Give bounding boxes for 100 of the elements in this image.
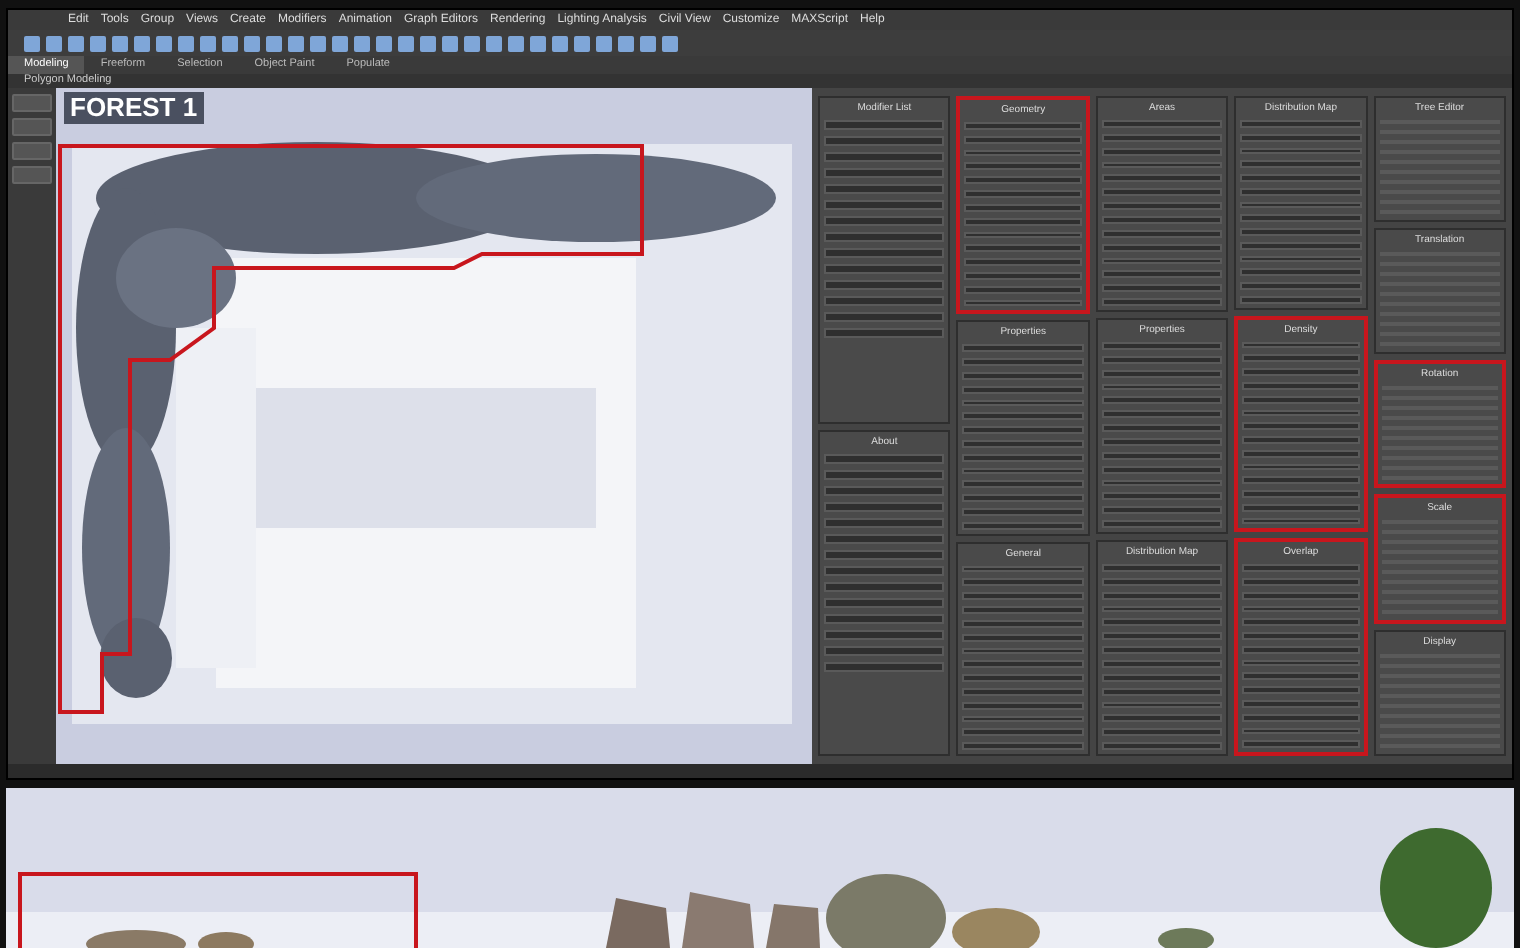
input-field[interactable] [1101,714,1223,723]
input-field[interactable] [1101,270,1223,279]
input-field[interactable] [1101,202,1223,211]
input-field[interactable] [1101,188,1223,197]
input-field[interactable] [824,168,945,178]
input-field[interactable] [964,135,1082,144]
input-field[interactable] [824,216,945,226]
input-field[interactable] [1101,492,1223,501]
input-field[interactable] [964,299,1082,307]
input-field[interactable] [1101,298,1223,307]
input-field[interactable] [824,533,945,543]
input-field[interactable] [824,264,945,274]
input-field[interactable] [824,661,945,671]
input-field[interactable] [962,578,1084,587]
input-field[interactable] [962,619,1084,628]
input-field[interactable] [1101,728,1223,737]
input-field[interactable] [964,176,1082,185]
input-field[interactable] [962,521,1084,530]
input-field[interactable] [1101,451,1223,460]
input-field[interactable] [1240,268,1362,277]
side-button[interactable] [12,166,52,184]
input-field[interactable] [824,565,945,575]
input-field[interactable] [1242,517,1360,525]
input-field[interactable] [824,248,945,258]
input-field[interactable] [1101,742,1223,751]
input-field[interactable] [962,385,1084,394]
input-field[interactable] [1240,295,1362,304]
input-field[interactable] [1101,673,1223,682]
input-field[interactable] [962,660,1084,669]
input-field[interactable] [824,312,945,322]
input-field[interactable] [964,203,1082,212]
input-field[interactable] [824,136,945,146]
input-field[interactable] [824,597,945,607]
input-field[interactable] [824,200,945,210]
input-field[interactable] [824,120,945,130]
input-field[interactable] [824,485,945,495]
input-field[interactable] [962,426,1084,435]
input-field[interactable] [1242,713,1360,722]
input-field[interactable] [1101,284,1223,293]
input-field[interactable] [1101,506,1223,515]
input-field[interactable] [824,629,945,639]
input-field[interactable] [824,613,945,623]
input-field[interactable] [1242,449,1360,458]
input-field[interactable] [962,633,1084,642]
input-field[interactable] [964,244,1082,253]
side-button[interactable] [12,142,52,160]
input-field[interactable] [964,271,1082,280]
input-field[interactable] [1242,564,1360,573]
input-field[interactable] [1242,381,1360,390]
input-field[interactable] [1101,133,1223,142]
input-field[interactable] [1101,229,1223,238]
input-field[interactable] [1101,396,1223,405]
input-field[interactable] [1101,174,1223,183]
input-field[interactable] [824,517,945,527]
input-field[interactable] [1240,160,1362,169]
input-field[interactable] [1101,243,1223,252]
side-button[interactable] [12,118,52,136]
input-field[interactable] [1242,591,1360,600]
input-field[interactable] [1242,645,1360,654]
input-field[interactable] [824,184,945,194]
input-field[interactable] [962,412,1084,421]
input-field[interactable] [962,687,1084,696]
input-field[interactable] [964,162,1082,171]
input-field[interactable] [1101,646,1223,655]
input-field[interactable] [1101,577,1223,586]
input-field[interactable] [1240,133,1362,142]
input-field[interactable] [1101,687,1223,696]
input-field[interactable] [962,453,1084,462]
input-field[interactable] [1242,740,1360,749]
input-field[interactable] [1242,422,1360,431]
input-field[interactable] [964,285,1082,294]
input-field[interactable] [962,371,1084,380]
input-field[interactable] [962,592,1084,601]
side-button[interactable] [12,94,52,112]
input-field[interactable] [824,549,945,559]
input-field[interactable] [1242,618,1360,627]
input-field[interactable] [824,453,945,463]
input-field[interactable] [824,296,945,306]
input-field[interactable] [1242,354,1360,363]
input-field[interactable] [1240,241,1362,250]
input-field[interactable] [1101,465,1223,474]
input-field[interactable] [1101,618,1223,627]
input-field[interactable] [1101,410,1223,419]
input-field[interactable] [1101,591,1223,600]
input-field[interactable] [1101,369,1223,378]
input-field[interactable] [1242,503,1360,512]
input-field[interactable] [824,501,945,511]
input-field[interactable] [824,232,945,242]
input-field[interactable] [1101,520,1223,529]
input-field[interactable] [1101,424,1223,433]
input-field[interactable] [824,469,945,479]
input-field[interactable] [962,728,1084,737]
input-field[interactable] [1242,672,1360,681]
input-field[interactable] [1240,214,1362,223]
input-field[interactable] [1101,632,1223,641]
input-field[interactable] [962,701,1084,710]
input-field[interactable] [962,742,1084,751]
input-field[interactable] [962,480,1084,489]
input-field[interactable] [1101,355,1223,364]
input-field[interactable] [824,581,945,591]
